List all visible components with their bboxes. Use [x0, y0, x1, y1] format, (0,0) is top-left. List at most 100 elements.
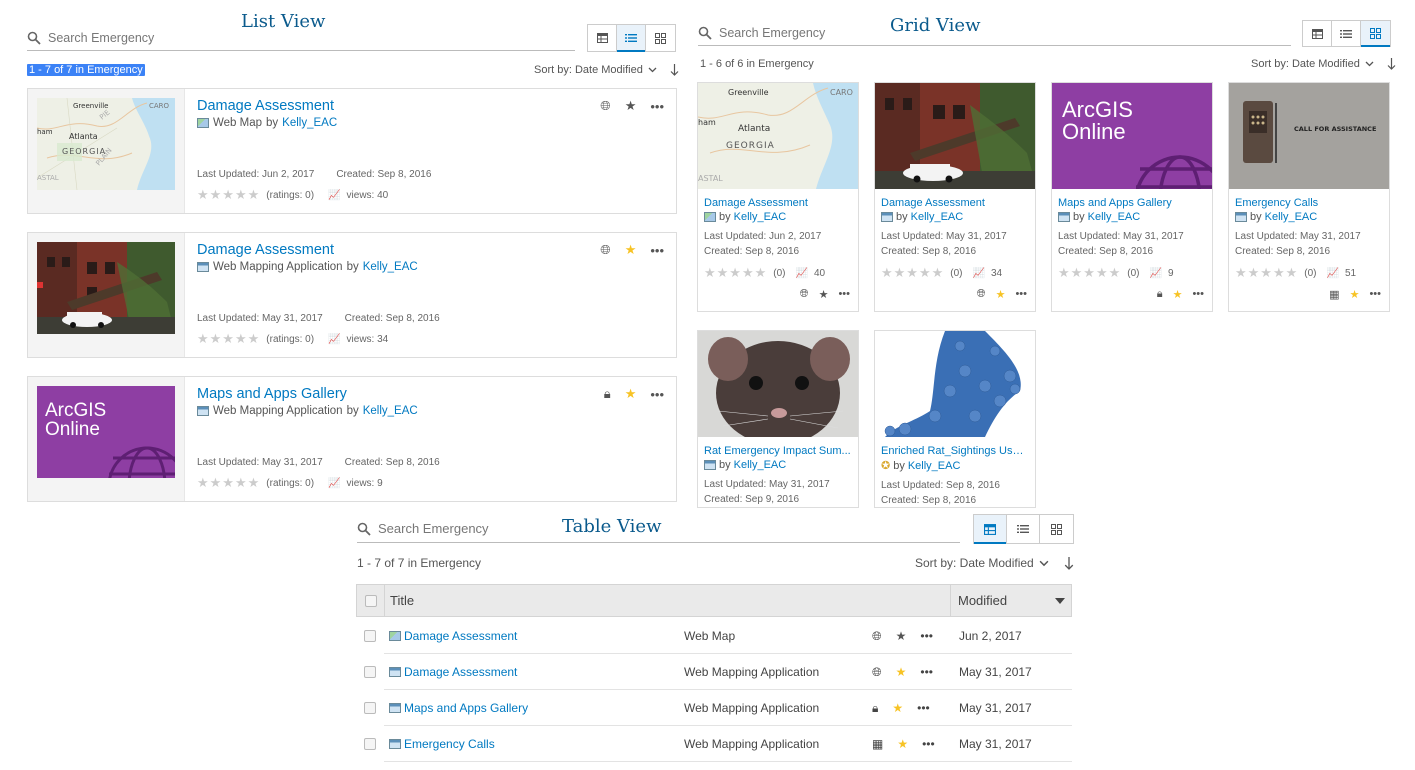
- rat-photo-thumbnail[interactable]: [698, 331, 858, 437]
- more-options-icon[interactable]: •••: [1369, 288, 1381, 301]
- title-column-header[interactable]: Title: [385, 593, 950, 608]
- globe-icon: 🌐︎: [799, 288, 809, 300]
- more-options-icon[interactable]: •••: [922, 737, 935, 751]
- table-view-button[interactable]: [588, 25, 617, 51]
- owner-link[interactable]: Kelly_EAC: [363, 405, 418, 417]
- favorite-star-icon[interactable]: ★: [1173, 288, 1183, 301]
- list-view-button[interactable]: [1332, 21, 1361, 46]
- favorite-star-icon[interactable]: ★: [897, 737, 908, 751]
- favorite-star-icon[interactable]: ★: [1350, 288, 1360, 301]
- map-label: ham: [37, 128, 53, 136]
- damage-photo-thumbnail[interactable]: [875, 83, 1035, 189]
- select-all-checkbox[interactable]: [364, 594, 377, 607]
- table-row[interactable]: Emergency Calls Web Mapping Application …: [356, 726, 1072, 762]
- owner-link[interactable]: Kelly_EAC: [1088, 211, 1141, 223]
- owner-link[interactable]: Kelly_EAC: [734, 459, 787, 471]
- favorite-star-icon[interactable]: ★: [625, 98, 637, 114]
- grid-sort-control[interactable]: Sort by: Date Modified: [1251, 58, 1396, 70]
- table-row[interactable]: Maps and Apps Gallery Web Mapping Applic…: [356, 690, 1072, 726]
- owner-link[interactable]: Kelly_EAC: [363, 261, 418, 273]
- more-options-icon[interactable]: •••: [838, 288, 850, 301]
- list-view-button[interactable]: [617, 25, 646, 52]
- item-title-link[interactable]: Damage Assessment: [881, 197, 1029, 209]
- sort-direction-icon[interactable]: [670, 64, 679, 76]
- item-title-link[interactable]: Damage Assessment: [404, 665, 684, 679]
- table-view-button[interactable]: [1303, 21, 1332, 46]
- grid-search-input[interactable]: Search Emergency: [698, 20, 1291, 46]
- item-title-link[interactable]: Maps and Apps Gallery: [404, 701, 684, 715]
- more-options-icon[interactable]: •••: [920, 629, 933, 643]
- list-sort-control[interactable]: Sort by: Date Modified: [534, 64, 679, 76]
- grid-card[interactable]: Greenville Atlanta GEORGIA ham CARO ASTA…: [697, 82, 859, 312]
- map-thumbnail[interactable]: Greenville Atlanta GEORGIA ham CARO ASTA…: [698, 83, 858, 189]
- table-row[interactable]: Damage Assessment Web Map 🌐︎ ★ ••• Jun 2, …: [356, 618, 1072, 654]
- more-options-icon[interactable]: •••: [650, 387, 664, 402]
- list-item[interactable]: Damage Assessment Web Mapping Applicatio…: [27, 232, 677, 358]
- grid-view-button[interactable]: [646, 25, 675, 51]
- rating-stars[interactable]: ★★★★★: [197, 475, 260, 491]
- sort-direction-icon[interactable]: [1064, 556, 1074, 570]
- favorite-star-icon[interactable]: ★: [625, 386, 637, 402]
- item-title-link[interactable]: Emergency Calls: [404, 737, 684, 751]
- grid-view-button[interactable]: [1361, 21, 1390, 47]
- item-title-link[interactable]: Enriched Rat_Sightings Usage: [881, 445, 1029, 457]
- favorite-star-icon[interactable]: ★: [896, 665, 907, 679]
- favorite-star-icon[interactable]: ★: [892, 701, 903, 715]
- more-options-icon[interactable]: •••: [1192, 288, 1204, 301]
- owner-link[interactable]: Kelly_EAC: [908, 460, 961, 472]
- item-title-link[interactable]: Rat Emergency Impact Sum...: [704, 445, 852, 457]
- favorite-star-icon[interactable]: ★: [819, 288, 829, 301]
- map-thumbnail[interactable]: Greenville Atlanta GEORGIA ham CARO PIE …: [37, 98, 175, 190]
- row-checkbox[interactable]: [364, 630, 376, 642]
- table-sort-control[interactable]: Sort by: Date Modified: [915, 556, 1074, 570]
- owner-link[interactable]: Kelly_EAC: [282, 117, 337, 129]
- list-item[interactable]: ArcGIS Online Maps and Apps Gallery Web …: [27, 376, 677, 502]
- item-title-link[interactable]: Damage Assessment: [197, 98, 664, 114]
- grid-card[interactable]: Rat Emergency Impact Sum... by Kelly_EAC …: [697, 330, 859, 508]
- owner-link[interactable]: Kelly_EAC: [1265, 211, 1318, 223]
- item-title-link[interactable]: Damage Assessment: [197, 242, 664, 258]
- table-row[interactable]: Damage Assessment Web Mapping Applicatio…: [356, 654, 1072, 690]
- row-checkbox[interactable]: [364, 738, 376, 750]
- list-view-button[interactable]: [1007, 515, 1040, 543]
- grid-card[interactable]: ArcGIS Online Maps and Apps Gallery by Ke…: [1051, 82, 1213, 312]
- rating-stars[interactable]: ★★★★★: [881, 265, 944, 281]
- sort-direction-icon[interactable]: [1387, 58, 1396, 70]
- table-view-button[interactable]: [974, 515, 1007, 544]
- item-title-link[interactable]: Maps and Apps Gallery: [197, 386, 664, 402]
- row-checkbox[interactable]: [364, 702, 376, 714]
- more-options-icon[interactable]: •••: [917, 701, 930, 715]
- item-title-link[interactable]: Maps and Apps Gallery: [1058, 197, 1206, 209]
- item-title-link[interactable]: Damage Assessment: [704, 197, 852, 209]
- grid-card[interactable]: CALL FOR ASSISTANCE Emergency Calls by Ke…: [1228, 82, 1390, 312]
- rating-stars[interactable]: ★★★★★: [704, 265, 767, 281]
- favorite-star-icon[interactable]: ★: [625, 242, 637, 258]
- row-checkbox[interactable]: [364, 666, 376, 678]
- owner-link[interactable]: Kelly_EAC: [734, 211, 787, 223]
- rating-stars[interactable]: ★★★★★: [1058, 265, 1121, 281]
- rating-stars[interactable]: ★★★★★: [197, 331, 260, 347]
- owner-link[interactable]: Kelly_EAC: [911, 211, 964, 223]
- item-title-link[interactable]: Damage Assessment: [404, 629, 684, 643]
- grid-card[interactable]: Damage Assessment by Kelly_EAC Last Updat…: [874, 82, 1036, 312]
- rating-stars[interactable]: ★★★★★: [197, 187, 260, 203]
- grid-card[interactable]: Enriched Rat_Sightings Usage ✪ by Kelly_EA…: [874, 330, 1036, 508]
- favorite-star-icon[interactable]: ★: [996, 288, 1006, 301]
- callbox-thumbnail[interactable]: CALL FOR ASSISTANCE: [1229, 83, 1389, 189]
- rating-stars[interactable]: ★★★★★: [1235, 265, 1298, 281]
- more-options-icon[interactable]: •••: [650, 99, 664, 114]
- favorite-star-icon[interactable]: ★: [896, 629, 907, 643]
- damage-photo-thumbnail[interactable]: [37, 242, 175, 334]
- list-item[interactable]: Greenville Atlanta GEORGIA ham CARO PIE …: [27, 88, 677, 214]
- table-search-input[interactable]: Search Emergency: [357, 515, 960, 543]
- item-title-link[interactable]: Emergency Calls: [1235, 197, 1383, 209]
- arcgis-online-thumbnail[interactable]: ArcGIS Online: [37, 386, 175, 478]
- arcgis-online-thumbnail[interactable]: ArcGIS Online: [1052, 83, 1212, 189]
- more-options-icon[interactable]: •••: [920, 665, 933, 679]
- rat-sightings-thumbnail[interactable]: [875, 331, 1035, 437]
- grid-view-button[interactable]: [1040, 515, 1073, 543]
- more-options-icon[interactable]: •••: [1015, 288, 1027, 301]
- modified-column-header[interactable]: Modified: [950, 585, 1071, 616]
- more-options-icon[interactable]: •••: [650, 243, 664, 258]
- list-search-input[interactable]: Search Emergency: [27, 25, 575, 51]
